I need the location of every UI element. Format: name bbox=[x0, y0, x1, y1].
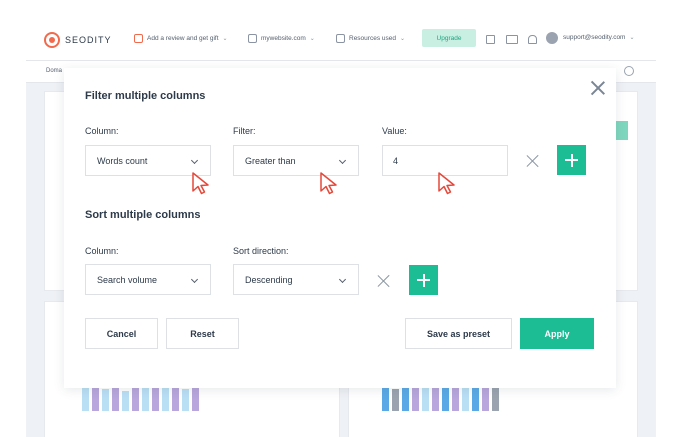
cancel-button[interactable]: Cancel bbox=[85, 318, 158, 349]
resources-used-menu[interactable]: Resources used ⌄ bbox=[336, 34, 405, 43]
clipboard-icon[interactable] bbox=[486, 35, 495, 44]
chevron-down-icon: ⌄ bbox=[629, 35, 635, 41]
add-filter-button[interactable] bbox=[557, 145, 586, 175]
filter-operator-value: Greater than bbox=[245, 155, 296, 166]
apply-button[interactable]: Apply bbox=[520, 318, 594, 349]
document-icon bbox=[336, 34, 345, 43]
domain-label: Doma bbox=[46, 68, 63, 74]
video-icon[interactable] bbox=[506, 35, 518, 44]
mouse-pointer-icon bbox=[438, 172, 455, 195]
filter-column-value: Words count bbox=[97, 155, 148, 166]
review-gift-label: Add a review and get gift bbox=[147, 35, 219, 42]
logo[interactable]: SEODITY bbox=[44, 32, 112, 48]
close-icon[interactable] bbox=[591, 81, 605, 95]
logo-icon bbox=[44, 32, 60, 48]
remove-filter-icon[interactable] bbox=[527, 155, 539, 167]
chevron-down-icon: ⌄ bbox=[399, 36, 406, 42]
save-as-preset-button[interactable]: Save as preset bbox=[405, 318, 512, 349]
sort-column-label: Column: bbox=[85, 246, 119, 256]
reset-button[interactable]: Reset bbox=[166, 318, 239, 349]
sort-direction-value: Descending bbox=[245, 274, 293, 285]
remove-sort-icon[interactable] bbox=[378, 275, 390, 287]
chevron-down-icon bbox=[338, 156, 347, 165]
bell-icon[interactable] bbox=[528, 35, 537, 44]
sort-column-value: Search volume bbox=[97, 274, 158, 285]
chevron-down-icon: ⌄ bbox=[309, 36, 315, 42]
mouse-pointer-icon bbox=[320, 172, 337, 195]
avatar[interactable] bbox=[546, 32, 558, 44]
filter-section-title: Filter multiple columns bbox=[85, 90, 206, 102]
top-navigation-bar: SEODITY Add a review and get gift ⌄ mywe… bbox=[26, 21, 656, 61]
filter-sort-modal: Filter multiple columns Column: Words co… bbox=[64, 68, 616, 388]
chevron-down-icon bbox=[190, 275, 199, 284]
account-email: support@seodity.com bbox=[563, 34, 626, 41]
gear-icon[interactable] bbox=[624, 66, 634, 76]
mouse-pointer-icon bbox=[192, 172, 209, 195]
sort-direction-select[interactable]: Descending bbox=[233, 264, 359, 295]
sort-section-title: Sort multiple columns bbox=[85, 209, 201, 221]
chevron-down-icon bbox=[338, 275, 347, 284]
folder-icon bbox=[248, 34, 257, 43]
website-selector[interactable]: mywebsite.com ⌄ bbox=[248, 34, 315, 43]
add-sort-button[interactable] bbox=[409, 265, 438, 295]
filter-operator-select[interactable]: Greater than bbox=[233, 145, 359, 176]
resources-label: Resources used bbox=[349, 35, 396, 42]
sort-column-select[interactable]: Search volume bbox=[85, 264, 211, 295]
chevron-down-icon bbox=[190, 156, 199, 165]
website-label: mywebsite.com bbox=[261, 35, 306, 42]
gift-icon bbox=[134, 34, 143, 43]
action-button-background bbox=[614, 121, 628, 140]
review-gift-link[interactable]: Add a review and get gift ⌄ bbox=[134, 34, 228, 43]
account-menu[interactable]: support@seodity.com ⌄ bbox=[563, 34, 635, 41]
sort-direction-label: Sort direction: bbox=[233, 246, 289, 256]
filter-value-label: Value: bbox=[382, 126, 407, 136]
chevron-down-icon: ⌄ bbox=[222, 36, 228, 42]
logo-text: SEODITY bbox=[65, 35, 112, 45]
upgrade-button[interactable]: Upgrade bbox=[422, 29, 476, 47]
filter-column-label: Column: bbox=[85, 126, 119, 136]
filter-operator-label: Filter: bbox=[233, 126, 256, 136]
